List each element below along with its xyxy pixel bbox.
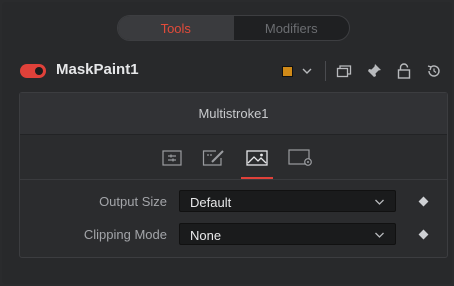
output-size-select[interactable]: Default <box>179 190 396 212</box>
clipping-mode-row: Clipping Mode None <box>20 223 447 247</box>
tool-panel: Multistroke1 Output Size Default Clippin… <box>19 92 448 258</box>
reset-icon[interactable] <box>426 63 442 79</box>
panel-subtabs <box>20 136 447 180</box>
pin-icon[interactable] <box>366 63 382 79</box>
divider <box>325 61 326 81</box>
node-title[interactable]: MaskPaint1 <box>56 61 139 78</box>
node-header: MaskPaint1 <box>20 60 446 82</box>
settings-tab[interactable] <box>288 147 314 169</box>
output-size-value: Default <box>190 195 232 210</box>
tab-modifiers[interactable]: Modifiers <box>234 16 350 40</box>
toggle-knob <box>35 67 43 75</box>
tab-tools[interactable]: Tools <box>118 16 234 40</box>
controls-icon <box>162 150 182 166</box>
keyframe-diamond-icon[interactable] <box>418 196 429 207</box>
header-controls <box>282 61 442 81</box>
keyframe-diamond-icon[interactable] <box>418 229 429 240</box>
output-size-label: Output Size <box>99 194 167 209</box>
paint-icon <box>202 150 224 166</box>
versions-icon[interactable] <box>336 63 352 79</box>
chevron-down-icon[interactable] <box>301 65 313 77</box>
settings-icon <box>288 149 312 166</box>
clipping-mode-label: Clipping Mode <box>83 227 167 242</box>
lock-icon[interactable] <box>396 63 412 79</box>
node-enable-toggle[interactable] <box>20 64 46 78</box>
tools-modifiers-switch: Tools Modifiers <box>117 15 350 41</box>
chevron-down-icon <box>375 199 384 205</box>
paint-tab[interactable] <box>201 147 227 169</box>
clipping-mode-select[interactable]: None <box>179 223 396 245</box>
chevron-down-icon <box>375 232 384 238</box>
clipping-mode-value: None <box>190 228 222 243</box>
image-tab[interactable] <box>241 147 273 179</box>
panel-title[interactable]: Multistroke1 <box>20 93 447 135</box>
output-size-row: Output Size Default <box>20 190 447 214</box>
inspector-window: Tools Modifiers MaskPaint1 Multistroke1 … <box>2 2 452 284</box>
controls-tab[interactable] <box>159 147 185 169</box>
node-color-swatch[interactable] <box>282 65 293 77</box>
image-icon <box>246 150 268 166</box>
